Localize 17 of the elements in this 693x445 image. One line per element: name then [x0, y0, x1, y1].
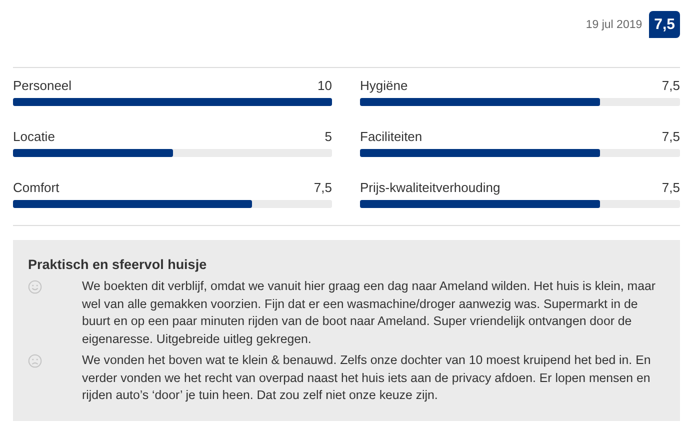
- category-score: 7,5: [662, 129, 680, 145]
- category-name: Comfort: [13, 180, 60, 196]
- review-comment: We vonden het boven wat te klein & benauwd. Zelfs onze dochter van 10 moest kruipend het bed in. En verder vonden we het recht van overpad naast het huis iets aan de privacy afdoen. Er lopen mensen en rijden auto’s ‘door’ je tuin heen. Dat zou zelf niet onze keuze zijn.: [82, 352, 652, 404]
- category-name: Locatie: [13, 129, 55, 145]
- category-name: Personeel: [13, 78, 72, 94]
- category-score: 10: [318, 78, 332, 94]
- category-name: Prijs-kwaliteitverhouding: [360, 180, 500, 196]
- review-date: 19 jul 2019: [586, 18, 642, 30]
- category-score: 5: [324, 129, 332, 145]
- review-comment: We boekten dit verblijf, omdat we vanuit hier graag een dag naar Ameland wilden. Het huis is klein, maar wel van alle gemakken voorzien. Fijn dat er een wasmachine/droger aanwezig was. Supermarkt in de buurt en op een paar minuten rijden van de boot naar Ameland. Super vriendelijk ontvangen door de eigenaresse. Uitgebreide uitleg gekregen.: [82, 278, 656, 348]
- review-title: Praktisch en sfeervol huisje: [28, 257, 208, 272]
- category-score: 7,5: [662, 78, 680, 94]
- score-badge: 7,5: [649, 11, 680, 38]
- category-score: 7,5: [662, 180, 680, 196]
- category-score: 7,5: [314, 180, 332, 196]
- category-name: Hygiëne: [360, 78, 408, 94]
- category-name: Faciliteiten: [360, 129, 422, 145]
